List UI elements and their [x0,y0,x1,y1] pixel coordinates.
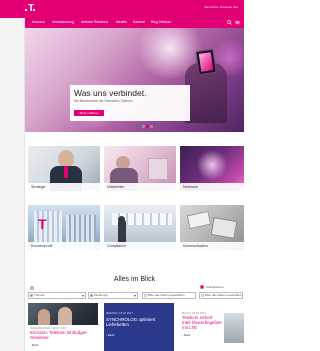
card-more-link[interactable]: › Mehr [106,333,115,337]
building-logo: T [38,216,47,232]
device-shape [186,210,212,230]
tile-label-compliance: Compliance [104,242,176,250]
filter-date-to[interactable]: Bitte das Datum auswählen [199,292,243,299]
card-body: NACHRICHTEN | 18.07.2017 Ericsson: Telek… [28,325,98,351]
card-image [224,313,244,343]
card-title[interactable]: SYNCHROLOG optimiert Lieferketten [106,317,172,327]
tile-compliance[interactable]: Compliance [104,205,176,250]
smartphone-image [195,48,217,76]
card-image [28,303,98,325]
pager-dot-1[interactable] [142,125,145,128]
filter-themen[interactable]: Themen ▾ [28,292,86,299]
hero-promo-box: Was uns verbindet. Die Markenwerte der D… [70,85,190,121]
reset-icon[interactable] [200,285,204,289]
filter-date-to-value: Bitte das Datum auswählen [205,293,242,297]
person-figure-2 [58,307,72,325]
media-icon [90,294,93,297]
hero-pager: 1/4 [135,124,140,128]
left-sidebar [0,18,25,351]
person-figure [38,309,50,325]
card-header [180,303,244,309]
nav-item-blog[interactable]: Blog Telekom [151,20,171,25]
filter-medientyp-value: Medientyp [94,293,108,297]
hero-subtitle: Die Markenwerte der Deutschen Telekom [74,99,133,103]
card-meta: MEDIEN | 18.07.2017 [106,311,134,315]
screen-shape [148,158,168,180]
device-shape-2 [210,217,238,239]
search-icon[interactable] [227,20,232,25]
card-more-link[interactable]: › Mehr [30,343,39,347]
tile-label-mitarbeiter: Mitarbeiter [104,183,176,191]
menu-icon[interactable] [235,20,240,25]
tile-konzernprofil[interactable]: T Konzernprofil [28,205,100,250]
filter-medientyp[interactable]: Medientyp ▾ [88,292,138,299]
telekom-logo[interactable]: T [25,3,35,14]
tile-label-strategie: Strategie [28,183,100,191]
nav-item-medien[interactable]: Medien [116,20,127,25]
themes-icon [30,294,33,297]
nav-item-karriere[interactable]: Karriere [133,20,145,25]
hero-title: Was uns verbindet. [74,88,147,98]
card-title[interactable]: Telekom sichert Intel-Gewerbegebiet mit … [182,315,222,330]
tile-label-kommunikation: Kommunikation [180,242,244,250]
logo-dot-left [25,9,27,11]
calendar-icon [144,294,147,297]
calendar-icon [201,294,204,297]
chevron-down-icon: ▾ [133,293,136,298]
company-name: Deutsche Telekom AG [204,5,238,9]
portrait-tie [64,166,68,178]
network-glow [194,150,230,180]
card-more-link[interactable]: › Mehr [182,333,191,337]
filter-date-from[interactable]: Bitte das Datum auswählen [142,292,196,299]
nav-item-konzern[interactable]: Konzern [32,20,45,25]
hero-cta-button[interactable]: Mehr erfahren [74,110,104,116]
tile-label-konzernprofil: Konzernprofil [28,242,100,250]
card-title[interactable]: Ericsson: Telekom ist Budget-Gewinner [30,330,96,340]
content-card-2[interactable]: MEDIEN | 18.07.2017 SYNCHROLOG optimiert… [104,303,174,351]
nav-item-investor-relations[interactable]: Investor Relations [81,20,108,25]
phone-screen [198,52,214,72]
top-bar: T Deutsche Telekom AG [0,0,244,18]
chevron-down-icon: ▾ [81,293,84,298]
traveler-head [118,216,125,223]
grid-view-icon[interactable] [30,286,34,290]
content-card-3[interactable]: BLOG | 18.07.2017 Telekom sichert Intel-… [180,303,244,351]
section-title: Alles im Blick [113,276,156,283]
tile-strategie[interactable]: Strategie [28,146,100,191]
tile-kommunikation[interactable]: Kommunikation [180,205,244,250]
pager-dot-3[interactable] [150,125,153,128]
main-navigation: Konzern Verantwortung Investor Relations… [25,18,244,28]
tile-label-netzwerk: Netzwerk [180,183,244,191]
filter-date-from-value: Bitte das Datum auswählen [148,293,185,297]
tile-netzwerk[interactable]: Netzwerk [180,146,244,191]
pager-dot-2[interactable] [146,125,149,128]
tile-mitarbeiter[interactable]: Mitarbeiter [104,146,176,191]
nav-item-verantwortung[interactable]: Verantwortung [52,20,74,25]
logo-dot-right [33,9,35,11]
content-card-1[interactable]: NACHRICHTEN | 18.07.2017 Ericsson: Telek… [28,303,98,351]
filter-themen-value: Themen [34,293,46,297]
reset-filters-link[interactable]: Zurücksetzen [206,285,224,289]
